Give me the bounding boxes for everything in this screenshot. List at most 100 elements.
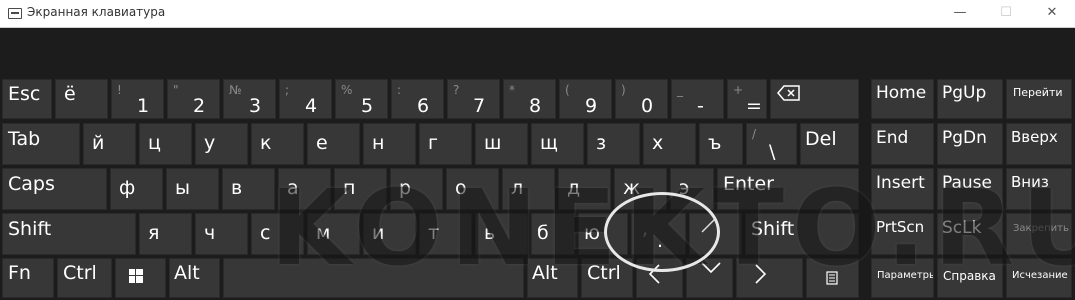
key-insert[interactable]: Insert (871, 168, 934, 210)
key-help[interactable]: Справка (937, 258, 1003, 298)
key-label: PrtScn (876, 218, 925, 236)
key-8[interactable]: * 8 (503, 79, 556, 119)
key-letter[interactable]: у (195, 123, 248, 165)
key-down[interactable]: Вниз (1006, 168, 1072, 210)
key-ctrl-left[interactable]: Ctrl (57, 258, 112, 298)
key-enter[interactable]: Enter (717, 168, 859, 210)
key-label: я (148, 222, 160, 244)
key-arrow-down[interactable] (686, 258, 733, 298)
key-period[interactable]: . (637, 222, 681, 252)
key-7[interactable]: ? 7 (447, 79, 500, 119)
key-shift-right[interactable]: Shift (745, 213, 859, 255)
key-letter[interactable]: з (587, 123, 640, 165)
key-letter[interactable]: ь (475, 213, 528, 255)
key-pause[interactable]: Pause (937, 168, 1003, 210)
key-esc[interactable]: Esc (2, 79, 52, 119)
key-arrow-right[interactable] (736, 258, 803, 298)
key-up[interactable]: Вверх (1006, 123, 1072, 165)
key-letter[interactable]: в (222, 168, 275, 210)
key-letter[interactable]: ф (110, 168, 163, 210)
key-letter[interactable]: т (419, 213, 472, 255)
key-letter[interactable]: е (307, 123, 360, 165)
key-9[interactable]: (9 (559, 79, 612, 119)
key-end[interactable]: End (871, 123, 934, 165)
key-label: б (537, 222, 549, 244)
key-letter[interactable]: ж (614, 168, 667, 210)
key-shift-label: " (173, 83, 179, 97)
key-letter[interactable]: я (139, 213, 192, 255)
key-pgup[interactable]: PgUp (937, 79, 1003, 119)
key-shift-left[interactable]: Shift (2, 213, 136, 255)
key-goto[interactable]: Перейти (1006, 79, 1072, 119)
key-label: Caps (8, 173, 55, 195)
key-label: п (343, 177, 356, 199)
key-slash[interactable]: / (689, 213, 742, 255)
close-button[interactable]: ✕ (1029, 0, 1075, 28)
key-windows[interactable] (115, 258, 166, 298)
key-letter[interactable]: д (558, 168, 611, 210)
window-title: Экранная клавиатура (27, 5, 166, 19)
key-label: в (231, 177, 243, 199)
key-caps[interactable]: Caps (2, 168, 107, 210)
key-backslash[interactable]: / \ (746, 123, 797, 165)
key-letter[interactable]: х (643, 123, 696, 165)
key-4[interactable]: ; 4 (279, 79, 332, 119)
key-letter[interactable]: б (531, 213, 575, 255)
key-sclk[interactable]: ScLk (937, 213, 1003, 255)
key-letter[interactable]: ч (195, 213, 248, 255)
key-pgdn[interactable]: PgDn (937, 123, 1003, 165)
key-letter[interactable]: к (251, 123, 304, 165)
key-letter[interactable]: щ (531, 123, 584, 165)
key-letter[interactable]: й (83, 123, 136, 165)
key-letter[interactable]: ъ (699, 123, 743, 165)
key-label: м (316, 222, 331, 244)
key-options[interactable]: Параметры (871, 258, 934, 298)
key-letter[interactable]: ю (578, 213, 628, 255)
key-ctrl-right[interactable]: Ctrl (581, 258, 633, 298)
key-label: End (876, 128, 909, 148)
key-backspace[interactable] (770, 79, 859, 119)
key-letter[interactable]: г (419, 123, 472, 165)
key-letter[interactable]: л (502, 168, 555, 210)
key-label: - (697, 95, 704, 117)
key-alt-left[interactable]: Alt (169, 258, 220, 298)
key-letter[interactable]: м (307, 213, 360, 255)
key-letter[interactable]: ш (475, 123, 528, 165)
key-6[interactable]: :6 (391, 79, 444, 119)
key-home[interactable]: Home (871, 79, 934, 119)
arrow-right-icon (755, 264, 767, 284)
key-menu[interactable] (806, 258, 859, 298)
key-equals[interactable]: + = (727, 79, 767, 119)
key-letter[interactable]: п (334, 168, 387, 210)
key-label: Enter (723, 173, 774, 195)
key-label: н (372, 132, 385, 154)
key-tab[interactable]: Tab (2, 123, 80, 165)
key-del[interactable]: Del (800, 123, 859, 165)
key-letter[interactable]: о (446, 168, 499, 210)
key-2[interactable]: " 2 (167, 79, 220, 119)
key-letter[interactable]: ы (166, 168, 219, 210)
key-letter[interactable]: а (278, 168, 331, 210)
key-fade[interactable]: Исчезание (1006, 258, 1072, 298)
key-letter[interactable]: р (390, 168, 443, 210)
key-5[interactable]: % 5 (335, 79, 388, 119)
key-prtscn[interactable]: PrtScn (871, 213, 934, 255)
key-letter[interactable]: с (251, 213, 304, 255)
key-1[interactable]: ! 1 (111, 79, 164, 119)
key-letter[interactable]: ц (139, 123, 192, 165)
key-fn[interactable]: Fn (2, 258, 54, 298)
key-0[interactable]: ) 0 (615, 79, 668, 119)
key-letter[interactable]: э (670, 168, 714, 210)
key-letter[interactable]: н (363, 123, 416, 165)
key-dock[interactable]: Закрепить (1006, 213, 1072, 255)
key-arrow-left[interactable] (636, 258, 683, 298)
key-label: л (511, 177, 524, 199)
key-letter[interactable]: и (363, 213, 416, 255)
key-yo[interactable]: ё (55, 79, 108, 119)
key-3[interactable]: № 3 (223, 79, 276, 119)
key-minus[interactable]: _ - (671, 79, 724, 119)
key-space[interactable] (223, 258, 524, 298)
minimize-button[interactable]: — (937, 0, 983, 28)
key-shift-label: № (229, 83, 242, 97)
key-alt-right[interactable]: Alt (527, 258, 578, 298)
